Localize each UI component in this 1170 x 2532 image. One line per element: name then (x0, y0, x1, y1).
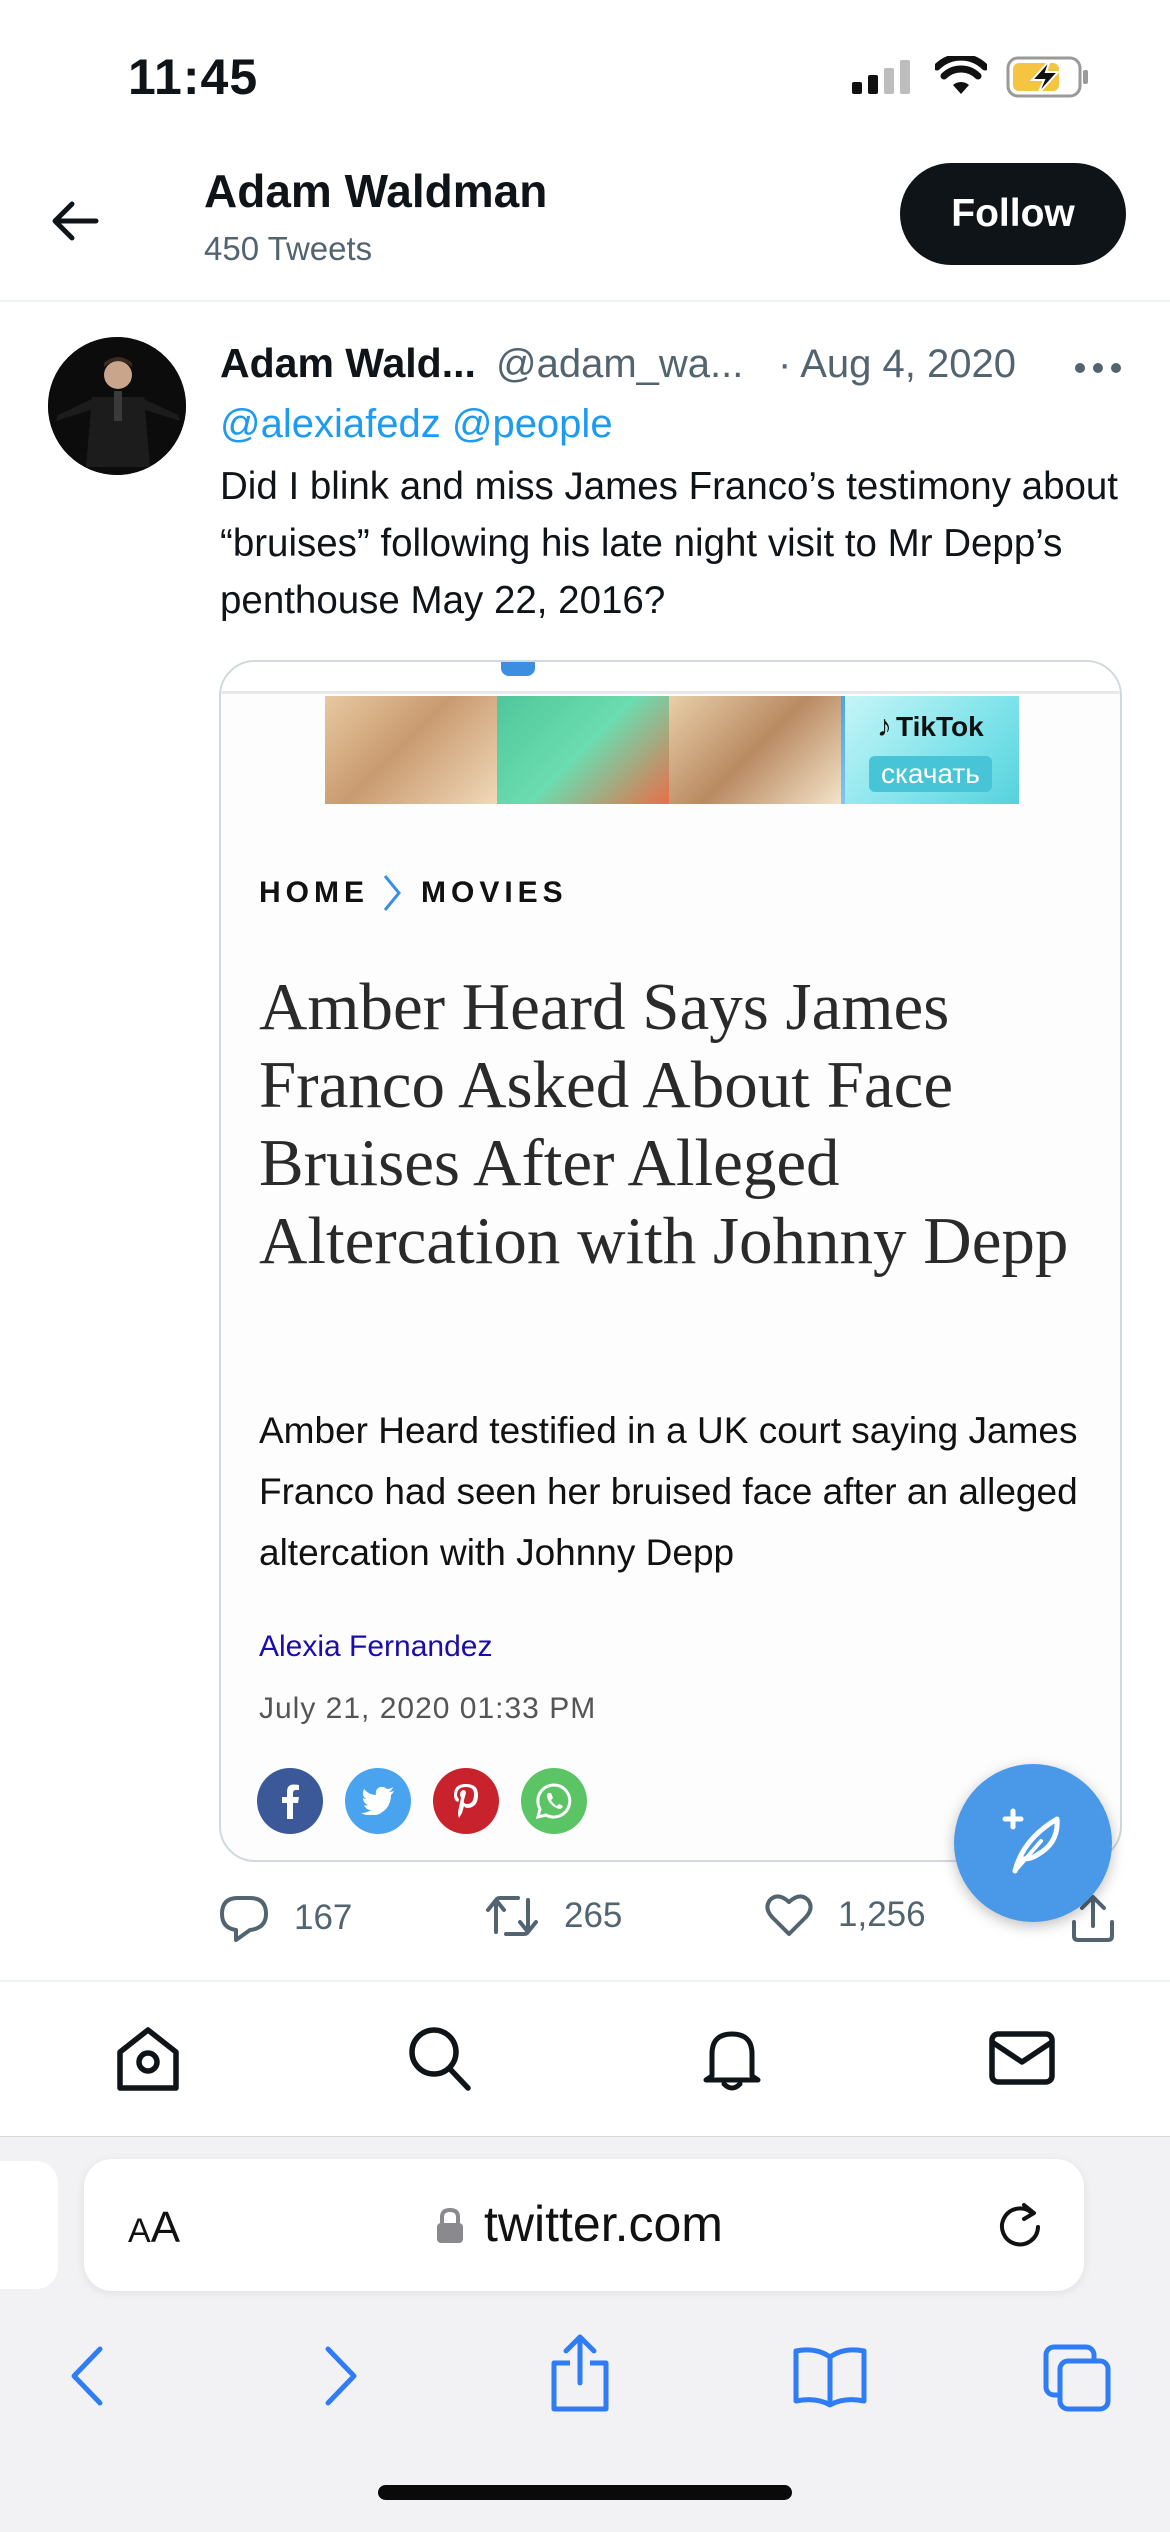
profile-header: Adam Waldman 450 Tweets Follow (0, 150, 1170, 302)
tiktok-note-icon: ♪ (877, 710, 892, 743)
reply-count: 167 (294, 1898, 353, 1937)
avatar-image (48, 337, 186, 475)
article-author[interactable]: Alexia Fernandez (259, 1630, 492, 1664)
browser-share-icon[interactable] (548, 2331, 612, 2415)
twitter-icon[interactable] (345, 1768, 411, 1834)
tiktok-ad-tile[interactable]: ♪ TikTok скачать (845, 696, 1019, 804)
search-icon[interactable] (402, 2022, 474, 2094)
url-text[interactable]: twitter.com (484, 2195, 723, 2253)
compose-feather-icon (1002, 1808, 1060, 1874)
reload-icon[interactable] (992, 2197, 1048, 2253)
breadcrumb: HOME MOVIES (259, 870, 568, 916)
facebook-icon[interactable] (257, 1768, 323, 1834)
safari-toolbar: AA twitter.com (0, 2136, 1170, 2532)
previous-tab-preview[interactable] (0, 2161, 58, 2289)
whatsapp-icon[interactable] (521, 1768, 587, 1834)
article-headline: Amber Heard Says James Franco Asked Abou… (259, 970, 1069, 1278)
retweet-count: 265 (564, 1896, 623, 1935)
article-date: July 21, 2020 01:33 PM (259, 1692, 597, 1725)
safari-nav-bar (0, 2323, 1170, 2433)
card-top-marker (501, 662, 535, 676)
home-icon[interactable] (112, 2022, 184, 2094)
tiktok-logo: ♪ TikTok (877, 710, 984, 744)
signal-icon (852, 60, 910, 94)
profile-name: Adam Waldman (204, 165, 548, 217)
share-buttons (257, 1768, 587, 1834)
lock-icon (437, 2207, 463, 2243)
tweet-handle[interactable]: @adam_wa... (496, 342, 743, 387)
tweet-mentions[interactable]: @alexiafedz @people (220, 402, 613, 447)
wifi-icon (935, 56, 987, 94)
ad-image (497, 696, 669, 804)
breadcrumb-movies[interactable]: MOVIES (421, 876, 568, 910)
ad-image (325, 696, 497, 804)
more-options-icon[interactable] (1072, 348, 1124, 388)
mail-icon[interactable] (986, 2022, 1058, 2094)
back-arrow-icon[interactable] (44, 190, 106, 252)
browser-back-icon[interactable] (64, 2343, 112, 2409)
retweet-icon (486, 1896, 538, 1936)
chevron-right-icon (383, 875, 401, 911)
article-summary: Amber Heard testified in a UK court sayi… (259, 1410, 1078, 1573)
tweet-text: Did I blink and miss James Franco’s test… (220, 465, 1119, 622)
compose-tweet-button[interactable] (954, 1764, 1112, 1922)
status-time: 11:45 (128, 49, 259, 105)
tiktok-download-button[interactable]: скачать (869, 756, 992, 792)
bell-icon[interactable] (696, 2022, 768, 2094)
reply-icon (220, 1896, 268, 1942)
breadcrumb-home[interactable]: HOME (259, 876, 369, 910)
battery-charging-icon (1006, 56, 1088, 98)
like-button[interactable]: 1,256 (764, 1892, 926, 1938)
reply-button[interactable]: 167 (218, 1892, 352, 1944)
tabs-overview-icon[interactable] (1042, 2343, 1112, 2413)
pinterest-icon[interactable] (433, 1768, 499, 1834)
text-size-large-a: A (150, 2203, 181, 2252)
bookmarks-icon[interactable] (792, 2343, 868, 2409)
home-indicator[interactable] (378, 2485, 792, 2500)
address-bar[interactable]: AA twitter.com (84, 2159, 1084, 2291)
browser-forward-icon[interactable] (316, 2343, 364, 2409)
like-count: 1,256 (838, 1895, 926, 1934)
bottom-tab-bar (0, 1980, 1170, 2136)
text-size-button[interactable]: AA (128, 2203, 180, 2253)
avatar[interactable] (48, 337, 186, 475)
tweet-count: 450 Tweets (204, 230, 373, 267)
tweet-author-name[interactable]: Adam Wald... (220, 340, 476, 387)
follow-button[interactable]: Follow (900, 163, 1126, 265)
ad-banner[interactable]: ♪ TikTok скачать (325, 696, 1019, 804)
card-top-bar (221, 662, 1120, 694)
tiktok-brand: TikTok (896, 711, 984, 742)
retweet-button[interactable]: 265 (484, 1892, 622, 1940)
link-preview-card[interactable]: ♪ TikTok скачать HOME MOVIES Amber Heard … (219, 660, 1122, 1862)
status-bar: 11:45 (0, 0, 1170, 150)
ad-image (669, 696, 841, 804)
text-size-small-a: A (128, 2212, 151, 2250)
heart-icon (765, 1894, 813, 1936)
tweet-date[interactable]: · Aug 4, 2020 (778, 342, 1016, 387)
